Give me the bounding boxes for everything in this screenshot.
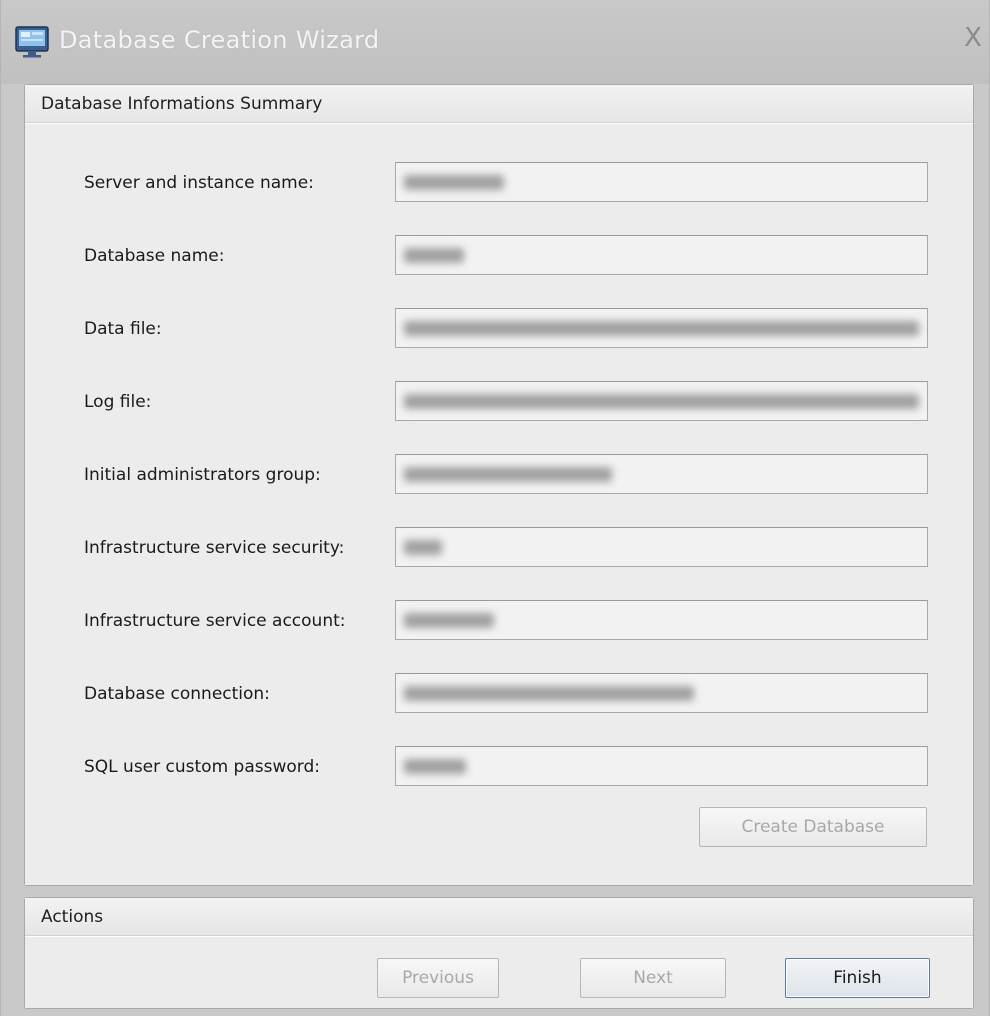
app-computer-icon [15,26,49,58]
log-file-field[interactable] [395,381,928,421]
service-security-label: Infrastructure service security: [84,538,345,558]
admin-group-field[interactable] [395,454,928,494]
redacted-value [404,613,494,628]
service-account-label: Infrastructure service account: [84,611,346,631]
title-bar[interactable]: Database Creation Wizard X [1,0,989,84]
database-name-label: Database name: [84,246,225,266]
redacted-value [404,321,919,336]
window-title: Database Creation Wizard [59,26,380,54]
summary-panel-header: Database Informations Summary [25,85,973,123]
wizard-window: Database Creation Wizard X Database Info… [0,0,990,1016]
data-file-label: Data file: [84,319,162,339]
summary-panel-body: Server and instance name: Database name:… [25,123,973,885]
server-instance-label: Server and instance name: [84,173,314,193]
redacted-value [404,759,466,774]
redacted-value [404,394,919,409]
summary-panel: Database Informations Summary Server and… [24,84,974,886]
admin-group-label: Initial administrators group: [84,465,321,485]
sql-password-field[interactable] [395,746,928,786]
previous-button[interactable]: Previous [377,958,499,998]
data-file-field[interactable] [395,308,928,348]
close-icon[interactable]: X [961,24,985,52]
sql-password-label: SQL user custom password: [84,757,320,777]
redacted-value [404,540,442,555]
database-name-field[interactable] [395,235,928,275]
finish-button[interactable]: Finish [785,958,930,998]
database-connection-label: Database connection: [84,684,270,704]
service-security-field[interactable] [395,527,928,567]
database-connection-field[interactable] [395,673,928,713]
redacted-value [404,175,504,190]
service-account-field[interactable] [395,600,928,640]
next-button[interactable]: Next [580,958,726,998]
server-instance-field[interactable] [395,162,928,202]
redacted-value [404,467,612,482]
redacted-value [404,686,694,701]
actions-panel: Actions Previous Next Finish [24,897,974,1009]
actions-panel-body: Previous Next Finish [25,936,973,1008]
actions-panel-header: Actions [25,898,973,936]
redacted-value [404,248,464,263]
log-file-label: Log file: [84,392,152,412]
create-database-button[interactable]: Create Database [699,807,927,847]
